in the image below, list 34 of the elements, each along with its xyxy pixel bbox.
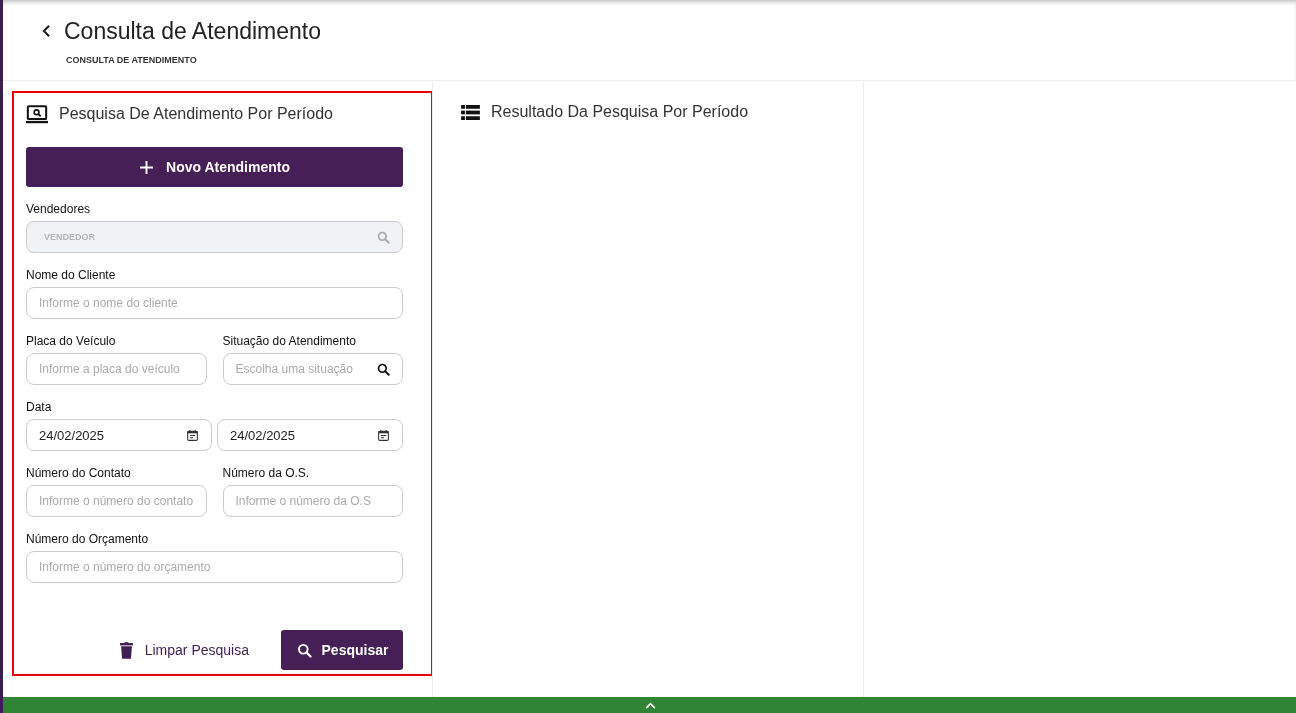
search-icon[interactable] [376,362,390,376]
list-icon [461,104,480,120]
field-label: Número do Contato [26,466,132,480]
field-label: Situação do Atendimento [222,334,357,348]
input-field[interactable]: Informe o número do orçamento [26,551,403,583]
search-icon [376,230,390,244]
date-field[interactable]: 24/02/2025 [217,419,403,451]
search-field[interactable]: Escolha uma situação [222,353,403,385]
date-field[interactable]: 24/02/2025 [26,419,212,451]
chevron-up-icon[interactable] [645,701,656,709]
field-label: Número do Orçamento [26,532,150,546]
laptop-search-icon [26,104,48,124]
search-icon [295,642,312,658]
panel-title: Resultado Da Pesquisa Por Período [491,103,749,121]
input-field[interactable]: Informe o nome do cliente [26,287,403,319]
breadcrumb: CONSULTA DE ATENDIMENTO [66,55,198,65]
search-button[interactable]: Pesquisar [281,630,403,670]
field-label: Placa do Veículo [26,334,117,348]
field-label: Número da O.S. [222,466,311,480]
field-label: Vendedores [26,202,92,216]
input-field[interactable]: Informe a placa do veículo [26,353,207,385]
input-field[interactable]: Informe o número da O.S [222,485,403,517]
field-label: Data [26,400,53,414]
calendar-icon[interactable] [186,428,199,442]
field-label: Nome do Cliente [26,268,117,282]
clear-search-button[interactable]: Limpar Pesquisa [119,641,249,659]
new-button[interactable]: Novo Atendimento [26,147,403,187]
panel-title: Pesquisa De Atendimento Por Período [59,105,333,123]
page-title: Consulta de Atendimento [64,17,321,45]
plus-icon [139,159,155,175]
input-field[interactable]: Informe o número do contato [26,485,207,517]
trash-icon [119,641,133,659]
back-chevron-icon[interactable] [41,24,52,38]
calendar-icon[interactable] [377,428,390,442]
